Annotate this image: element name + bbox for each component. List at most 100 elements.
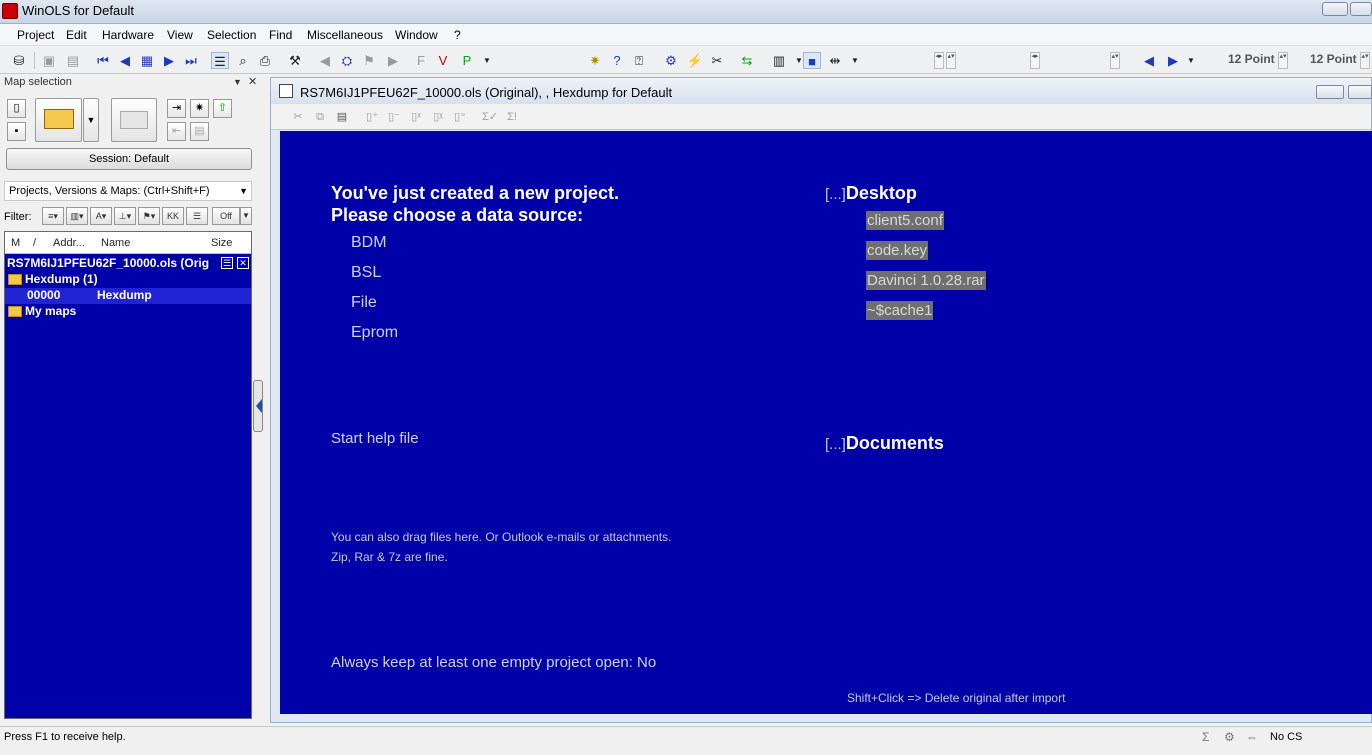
upload-icon[interactable]: ⇧ — [213, 99, 232, 118]
view-v-icon[interactable]: V — [434, 52, 452, 69]
print-icon[interactable]: ⎙ — [256, 52, 274, 69]
disconnect-icon[interactable]: ✂ — [708, 52, 726, 69]
start-help-link[interactable]: Start help file — [331, 430, 419, 447]
copy-project-icon[interactable]: ▣ — [40, 52, 58, 69]
database-icon[interactable]: ⛁ — [10, 52, 28, 69]
tree-folder-mymaps[interactable]: My maps — [5, 304, 251, 320]
filter-flag-button[interactable]: ⚑▾ — [138, 207, 160, 225]
child-minimize-button[interactable] — [1316, 85, 1344, 99]
previous-icon[interactable]: ◀ — [116, 52, 134, 69]
color-mode-icon[interactable]: ■ — [803, 52, 821, 69]
connect-icon[interactable]: ⚡ — [686, 52, 704, 69]
maximize-button[interactable] — [1350, 2, 1372, 16]
desktop-file[interactable]: client5.conf — [866, 211, 944, 230]
nav-dropdown-icon[interactable]: ▼ — [1182, 52, 1200, 69]
menu-view[interactable]: View — [167, 28, 193, 42]
tree-map-row[interactable]: 00000 Hexdump — [5, 288, 251, 304]
menu-selection[interactable]: Selection — [207, 28, 256, 42]
source-file[interactable]: File — [351, 294, 377, 312]
menu-help[interactable]: ? — [454, 28, 461, 42]
filter-off-button[interactable]: Off — [212, 207, 240, 225]
zoom-icon[interactable]: ⌕ — [234, 52, 252, 69]
sum-check-icon[interactable]: Σ✓ — [481, 109, 499, 125]
source-bsl[interactable]: BSL — [351, 264, 381, 282]
checksum-icon[interactable]: ⚙ — [662, 52, 680, 69]
menu-project[interactable]: Project — [17, 28, 54, 42]
open-project-button[interactable] — [35, 98, 82, 142]
session-button[interactable]: Session: Default — [6, 148, 252, 170]
columns-icon[interactable]: ⇹ — [826, 52, 844, 69]
export-version-icon[interactable]: ⇤ — [167, 122, 186, 141]
source-bdm[interactable]: BDM — [351, 234, 387, 252]
next-icon[interactable]: ▶ — [160, 52, 178, 69]
delete-project-icon[interactable]: ▤ — [64, 52, 82, 69]
font-size-field-2[interactable]: 12 Point — [1310, 52, 1357, 69]
tools-icon[interactable]: ⚒ — [286, 52, 304, 69]
selection-mode-combo[interactable]: Projects, Versions & Maps: (Ctrl+Shift+F… — [4, 181, 252, 201]
menu-edit[interactable]: Edit — [66, 28, 87, 42]
source-eprom[interactable]: Eprom — [351, 324, 398, 342]
project-close-icon[interactable]: ✕ — [237, 257, 249, 269]
remove-icon[interactable]: ▯⁻ — [385, 109, 403, 125]
first-icon[interactable]: ⏮ — [94, 52, 112, 69]
import-folder-button[interactable] — [111, 98, 157, 142]
desktop-file[interactable]: code.key — [866, 241, 929, 260]
insert-icon[interactable]: ▯⁺ — [363, 109, 381, 125]
col-slash[interactable]: / — [33, 237, 36, 249]
menu-miscellaneous[interactable]: Miscellaneous — [307, 28, 383, 42]
context-help-icon[interactable]: ⍰ — [630, 52, 648, 69]
view-p-icon[interactable]: P — [458, 52, 476, 69]
project-list-icon[interactable]: ☰ — [221, 257, 233, 269]
cut-icon[interactable]: ✂ — [289, 109, 307, 125]
columns-dropdown-icon[interactable]: ▼ — [846, 52, 864, 69]
filter-off-dropdown-icon[interactable]: ▼ — [240, 207, 252, 225]
wand-icon[interactable]: ✷ — [586, 52, 604, 69]
spinner-4[interactable]: ▴▾ — [1110, 52, 1120, 69]
add-version-icon[interactable]: ⇥ — [167, 99, 186, 118]
forward-icon[interactable]: ▶ — [384, 52, 402, 69]
desktop-heading[interactable]: [...]Desktop — [825, 183, 917, 204]
keep-empty-project-option[interactable]: Always keep at least one empty project o… — [331, 654, 656, 671]
child-restore-button[interactable] — [1348, 85, 1372, 99]
font-size-spinner-1[interactable]: ▴▾ — [1278, 52, 1288, 69]
set-value-icon[interactable]: ▯⁼ — [451, 109, 469, 125]
last-icon[interactable]: ⏭ — [182, 52, 200, 69]
desktop-file[interactable]: ~$cache1 — [866, 301, 934, 320]
panel-menu-icon[interactable]: ▼ — [233, 77, 242, 87]
grid-icon[interactable]: ▦ — [138, 52, 156, 69]
sum-icon[interactable]: Σ! — [503, 109, 521, 125]
col-name[interactable]: Name — [101, 237, 130, 249]
map-list-icon[interactable]: ☰ — [211, 52, 229, 69]
nav-right-icon[interactable]: ▶ — [1164, 52, 1182, 69]
font-size-spinner-2[interactable]: ▴▾ — [1360, 52, 1370, 69]
desktop-file[interactable]: Davinci 1.0.28.rar — [866, 271, 986, 290]
magic-icon[interactable]: ✷ — [190, 99, 209, 118]
col-m[interactable]: M — [11, 237, 20, 249]
tree-folder-hexdump[interactable]: Hexdump (1) — [5, 272, 251, 288]
multiply-icon[interactable]: ▯ˣ — [407, 109, 425, 125]
properties-icon[interactable]: ▤ — [190, 122, 209, 141]
nav-left-icon[interactable]: ◀ — [1140, 52, 1158, 69]
percent-icon[interactable]: ▯ᵡ — [429, 109, 447, 125]
back-icon[interactable]: ◀ — [316, 52, 334, 69]
filter-axis-button[interactable]: ⊥▾ — [114, 207, 136, 225]
menu-window[interactable]: Window — [395, 28, 438, 42]
filter-type-button[interactable]: ≡▾ — [42, 207, 64, 225]
paste-icon[interactable]: ▤ — [333, 109, 351, 125]
save-icon[interactable]: ▪ — [7, 122, 26, 141]
text-view-icon[interactable]: F — [412, 52, 430, 69]
export-icon[interactable]: ⇆ — [738, 52, 756, 69]
col-size[interactable]: Size — [211, 237, 232, 249]
question-icon[interactable]: ? — [608, 52, 626, 69]
menu-hardware[interactable]: Hardware — [102, 28, 154, 42]
layout-icon[interactable]: ▥ — [770, 52, 788, 69]
filter-kk-button[interactable]: KK — [162, 207, 184, 225]
spinner-3[interactable]: ◂▸ — [1030, 52, 1040, 69]
documents-browse-link[interactable]: [...] — [825, 436, 846, 453]
tree-project-row[interactable]: RS7M6IJ1PFEU62F_10000.ols (Orig — [5, 256, 251, 272]
new-project-icon[interactable]: ▯ — [7, 99, 26, 118]
spinner-1[interactable]: ◂▸ — [934, 52, 944, 69]
filter-text-button[interactable]: A▾ — [90, 207, 112, 225]
menu-find[interactable]: Find — [269, 28, 292, 42]
combo-arrow-icon[interactable]: ▼ — [239, 182, 248, 200]
